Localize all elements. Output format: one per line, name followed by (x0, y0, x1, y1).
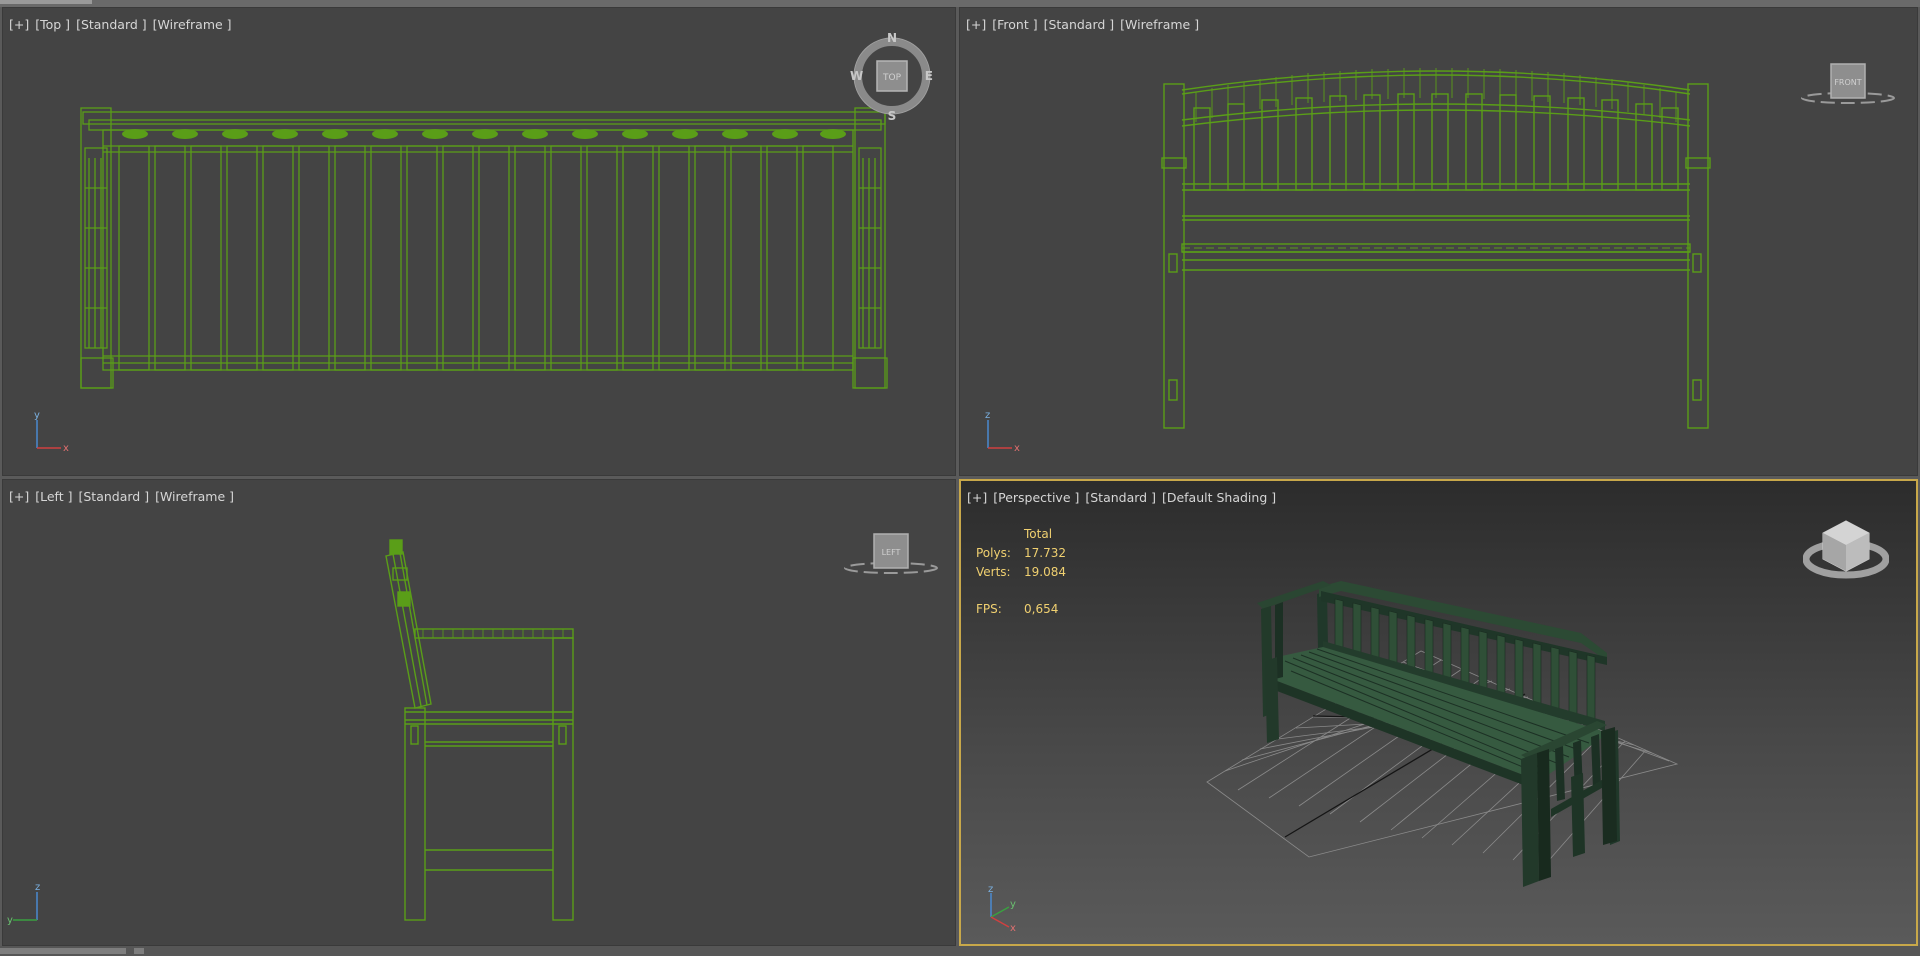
back-slat-tops (122, 129, 846, 139)
viewcube-compass-icon[interactable]: TOP N S E W (849, 30, 935, 122)
viewport-point-of-view-menu[interactable]: [Perspective ] (993, 490, 1079, 505)
viewcube-icon[interactable] (1803, 511, 1889, 583)
viewport-point-of-view-menu[interactable]: [Front ] (992, 17, 1037, 32)
bench-back-rail (82, 111, 886, 125)
viewport-front-label: [+] [Front ] [Standard ] [Wireframe ] (966, 17, 1199, 32)
compass-west-label: W (850, 69, 863, 83)
verts-value: 19.084 (1024, 565, 1066, 579)
axis-tripod-icon: z y x (988, 885, 1016, 933)
polys-label: Polys: (976, 546, 1011, 560)
left-front-leg (552, 637, 574, 921)
viewport-left[interactable]: [+] [Left ] [Standard ] [Wireframe ] LEFT z… (2, 479, 956, 946)
viewport-shading-mode-menu[interactable]: [Standard ] (78, 489, 149, 504)
left-rear-leg (404, 707, 426, 921)
viewcube-face-label: LEFT (882, 548, 901, 557)
axis-right-label: x (1014, 443, 1020, 454)
viewport-display-mode-menu[interactable]: [Wireframe ] (153, 17, 232, 32)
viewport-point-of-view-menu[interactable]: [Left ] (35, 489, 72, 504)
viewport-perspective-label: [+] [Perspective ] [Standard ] [Default Sha… (967, 490, 1276, 505)
viewport-shading-mode-menu[interactable]: [Standard ] (1044, 17, 1115, 32)
axis-right-label: y (1010, 899, 1016, 910)
front-view-wireframe (1161, 68, 1711, 429)
armrest-side (414, 628, 574, 639)
compass-north-label: N (887, 31, 897, 45)
fps-label: FPS: (976, 602, 1002, 616)
top-view-wireframe (80, 107, 888, 389)
viewport-menu-plus[interactable]: [+] (967, 490, 987, 505)
back-slats (1193, 93, 1679, 191)
fps-value: 0,654 (1024, 602, 1059, 616)
verts-label: Verts: (976, 565, 1011, 579)
axis-right-label: y (7, 915, 13, 926)
front-right-leg (1687, 83, 1709, 429)
polys-value: 17.732 (1024, 546, 1066, 560)
bottom-strip (0, 946, 1920, 956)
viewport-display-mode-menu[interactable]: [Default Shading ] (1162, 490, 1276, 505)
viewport-shading-mode-menu[interactable]: [Standard ] (1085, 490, 1156, 505)
bottom-tab-indicator-small (134, 948, 144, 954)
viewport-shading-mode-menu[interactable]: [Standard ] (76, 17, 147, 32)
viewport-display-mode-menu[interactable]: [Wireframe ] (1120, 17, 1199, 32)
axis-tripod-icon: y x (34, 410, 69, 454)
right-armrest-top (852, 107, 888, 389)
axis-up-label: z (988, 885, 993, 895)
viewport-perspective[interactable]: [+] [Perspective ] [Standard ] [Default Sha… (959, 479, 1918, 946)
axis-tripod-icon: z y (7, 882, 40, 926)
top-tab-indicator (0, 0, 92, 4)
axis-depth-label: x (1010, 923, 1016, 933)
viewport-top-label: [+] [Top ] [Standard ] [Wireframe ] (9, 17, 232, 32)
viewcube-icon[interactable]: LEFT (841, 524, 941, 576)
compass-east-label: E (925, 69, 933, 83)
axis-up-label: z (35, 882, 40, 893)
top-strip (0, 0, 1920, 7)
perspective-scene (1206, 581, 1679, 887)
viewport-point-of-view-menu[interactable]: [Top ] (35, 17, 70, 32)
axis-right-label: x (63, 443, 69, 454)
axis-tripod-icon: z x (985, 410, 1020, 454)
stats-header: Total (1024, 527, 1053, 541)
left-armrest-top (80, 107, 114, 389)
front-left-leg (1163, 83, 1185, 429)
viewcube-face-label: FRONT (1834, 78, 1861, 87)
viewcube-icon[interactable]: FRONT (1798, 54, 1898, 106)
seat-slats (118, 145, 834, 371)
axis-up-label: y (34, 410, 40, 421)
viewport-menu-plus[interactable]: [+] (9, 17, 29, 32)
viewport-display-mode-menu[interactable]: [Wireframe ] (155, 489, 234, 504)
compass-south-label: S (888, 109, 897, 122)
bottom-tab-indicator (0, 948, 126, 954)
bench-seat-outline (102, 129, 854, 371)
viewcube-face-label: TOP (882, 73, 902, 83)
left-view-wireframe (385, 539, 574, 921)
viewport-front[interactable]: [+] [Front ] [Standard ] [Wireframe ] FRONT… (959, 7, 1918, 476)
axis-up-label: z (985, 410, 990, 421)
viewport-menu-plus[interactable]: [+] (9, 489, 29, 504)
viewport-menu-plus[interactable]: [+] (966, 17, 986, 32)
viewport-left-label: [+] [Left ] [Standard ] [Wireframe ] (9, 489, 234, 504)
viewport-top[interactable]: [+] [Top ] [Standard ] [Wireframe ] TOP N S… (2, 7, 956, 476)
